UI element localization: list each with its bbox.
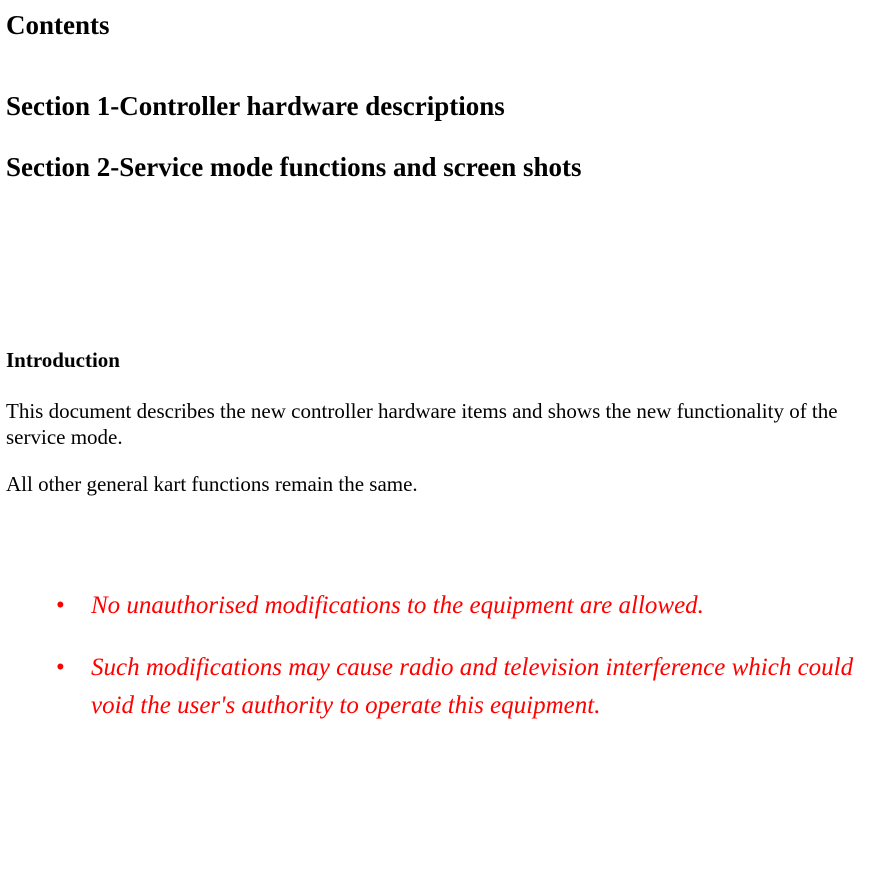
contents-heading: Contents	[6, 10, 889, 41]
section-2-heading: Section 2-Service mode functions and scr…	[6, 152, 889, 183]
warnings-list: No unauthorised modifications to the equ…	[56, 587, 889, 725]
warning-item-1: No unauthorised modifications to the equ…	[56, 587, 889, 625]
spacer	[6, 517, 889, 587]
intro-paragraph-1: This document describes the new controll…	[6, 398, 889, 451]
introduction-heading: Introduction	[6, 348, 889, 373]
intro-paragraph-2: All other general kart functions remain …	[6, 471, 889, 497]
section-1-heading: Section 1-Controller hardware descriptio…	[6, 91, 889, 122]
spacer	[6, 203, 889, 348]
warning-item-2: Such modifications may cause radio and t…	[56, 649, 889, 724]
